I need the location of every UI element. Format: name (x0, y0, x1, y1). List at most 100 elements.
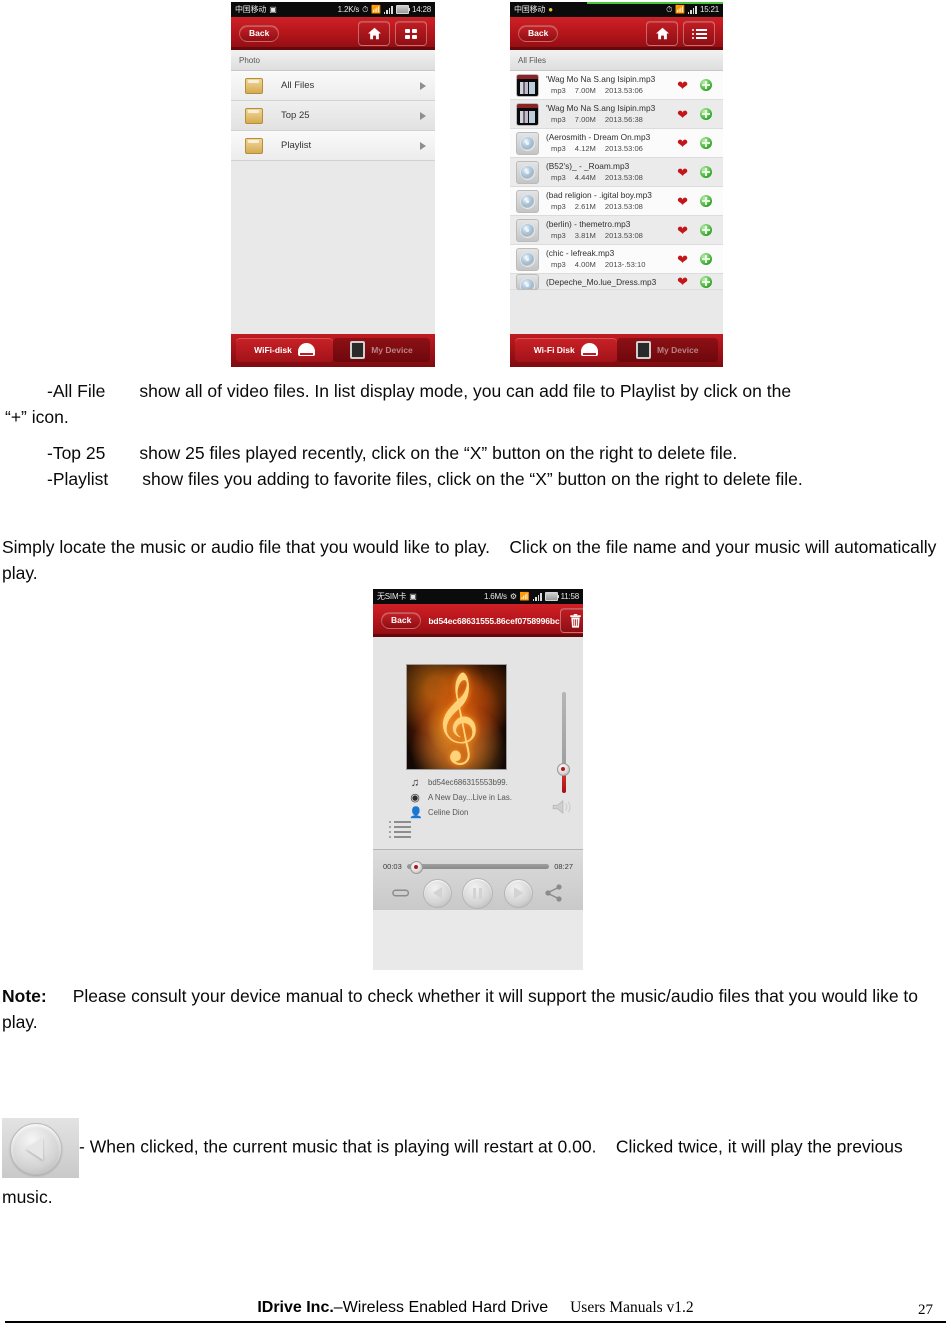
heart-icon[interactable]: ❤ (677, 79, 688, 92)
heart-icon[interactable]: ❤ (677, 137, 688, 150)
file-date: 2013.53:08 (604, 231, 643, 240)
section-header: All Files (510, 50, 723, 71)
table-row[interactable]: (Depeche_Mo.lue_Dress.mp3 ❤ (510, 273, 723, 290)
list-view-icon (691, 28, 707, 39)
table-row[interactable]: 'Wag Mo Na S.ang Isipin.mp3 mp3 7.00M 20… (510, 71, 723, 100)
delete-button[interactable] (559, 608, 583, 633)
bottom-tab-bar: WiFi-disk My Device (231, 334, 435, 367)
table-row[interactable]: (bad religion - .igital boy.mp3 mp3 2.61… (510, 187, 723, 216)
heart-icon[interactable]: ❤ (677, 108, 688, 121)
heart-icon[interactable]: ❤ (677, 195, 688, 208)
add-to-playlist-icon[interactable] (700, 79, 712, 91)
alarm-icon: ⏱ (666, 4, 673, 14)
tab-my-device-label: My Device (371, 344, 413, 355)
footer-divider (5, 1321, 946, 1323)
network-speed: 1.2K/s (337, 5, 360, 14)
list-view-button[interactable] (683, 21, 715, 46)
file-size: 2.61M (574, 202, 596, 211)
add-to-playlist-icon[interactable] (700, 224, 712, 236)
file-size: 4.12M (574, 144, 596, 153)
add-to-playlist-icon[interactable] (700, 108, 712, 120)
previous-button-ring (10, 1123, 62, 1175)
wifi-icon: 📶 (371, 4, 381, 14)
navigation-bar: Back (231, 17, 435, 50)
file-date: 2013.53:06 (604, 144, 643, 153)
list-item[interactable]: Top 25 (231, 101, 435, 131)
add-to-playlist-icon[interactable] (700, 275, 712, 288)
trash-icon (570, 613, 581, 628)
previous-button-illustration (2, 1118, 79, 1178)
image-icon: ▣ (269, 4, 277, 14)
album-thumbnail (516, 218, 539, 242)
note-text: Please consult your device manual to che… (2, 986, 919, 1032)
folder-icon (245, 77, 263, 94)
list-item-label: All Files (281, 80, 315, 91)
sync-icon: ⚙ (509, 591, 517, 601)
file-date: 2013.53:08 (604, 173, 643, 182)
album-thumbnail (516, 247, 539, 271)
battery-icon (395, 5, 410, 14)
tab-my-device[interactable]: My Device (333, 337, 430, 362)
clock-label: 11:58 (560, 592, 580, 601)
table-row[interactable]: (berlin) - themetro.mp3 mp3 3.81M 2013.5… (510, 216, 723, 245)
table-row[interactable]: (Aerosmith - Dream On.mp3 mp3 4.12M 2013… (510, 129, 723, 158)
track-artist: Celine Dion (428, 808, 469, 817)
cloud-icon (297, 343, 315, 356)
repeat-icon[interactable] (392, 883, 412, 903)
seek-slider-knob[interactable] (409, 861, 423, 874)
phone-icon (635, 340, 651, 359)
heart-icon[interactable]: ❤ (677, 166, 688, 179)
add-to-playlist-icon[interactable] (700, 253, 712, 265)
back-button[interactable]: Back (518, 25, 559, 42)
home-button[interactable] (646, 21, 678, 46)
heart-icon[interactable]: ❤ (677, 275, 688, 288)
file-size: 4.44M (574, 173, 596, 182)
list-item[interactable]: Playlist (231, 131, 435, 161)
table-row[interactable]: 'Wag Mo Na S.ang Isipin.mp3 mp3 7.00M 20… (510, 100, 723, 129)
home-button[interactable] (358, 21, 390, 46)
heart-icon[interactable]: ❤ (677, 253, 688, 266)
next-button[interactable] (504, 878, 534, 908)
pause-button[interactable] (462, 877, 494, 909)
list-item[interactable]: All Files (231, 71, 435, 101)
table-row[interactable]: (B52's)_ - _Roam.mp3 mp3 4.44M 2013.53:0… (510, 158, 723, 187)
disc-icon: ◉ (410, 791, 420, 804)
add-to-playlist-icon[interactable] (700, 137, 712, 149)
add-to-playlist-icon[interactable] (700, 166, 712, 178)
album-thumbnail (516, 160, 539, 184)
tab-wifi-disk[interactable]: Wi-Fi Disk (515, 337, 617, 362)
bullet-all-file: -All File show all of video files. In lis… (5, 378, 946, 404)
previous-button[interactable] (422, 878, 452, 908)
status-bar: 中国移动 ● ⏱ 📶 15:21 (510, 2, 723, 17)
album-thumbnail (516, 273, 539, 290)
tab-my-device[interactable]: My Device (616, 337, 718, 362)
back-button[interactable]: Back (239, 25, 280, 42)
grid-view-button[interactable] (395, 21, 427, 46)
footer-brand: IDrive Inc. (257, 1299, 334, 1316)
wifi-icon: 📶 (675, 4, 685, 14)
transport-controls (373, 877, 583, 909)
file-name: (Aerosmith - Dream On.mp3 (546, 132, 651, 142)
sim-icon: ▣ (409, 591, 417, 601)
seek-slider[interactable] (406, 861, 550, 874)
track-album-row: ◉ A New Day...Live in Las. (409, 790, 512, 805)
tab-wifi-disk[interactable]: WiFi-disk (236, 337, 333, 362)
heart-icon[interactable]: ❤ (677, 224, 688, 237)
add-to-playlist-icon[interactable] (700, 195, 712, 207)
footer-subtitle: –Wireless Enabled Hard Drive (333, 1299, 549, 1316)
list-item-label: Playlist (281, 140, 312, 151)
footer-manual: Users Manuals v1.2 (570, 1299, 694, 1316)
volume-slider-knob[interactable] (557, 763, 570, 776)
share-icon[interactable] (544, 883, 564, 903)
seek-bar-row: 00:03 08:27 (383, 861, 573, 874)
volume-icon[interactable] (551, 799, 573, 815)
screenshot-folder-list: 中国移动 ▣ 1.2K/s ⏱ 📶 14:28 Back Photo All F… (231, 2, 435, 367)
navigation-bar: Back (510, 17, 723, 50)
queue-icon[interactable] (389, 821, 411, 838)
total-time: 08:27 (554, 862, 573, 871)
file-name: (Depeche_Mo.lue_Dress.mp3 (546, 276, 657, 287)
note-paragraph: Note: Please consult your device manual t… (2, 983, 949, 1035)
bullet-term: -Top 25 (47, 443, 106, 463)
table-row[interactable]: (chic - lefreak.mp3 mp3 4.00M 2013-.53:1… (510, 245, 723, 274)
back-button[interactable]: Back (381, 612, 422, 629)
